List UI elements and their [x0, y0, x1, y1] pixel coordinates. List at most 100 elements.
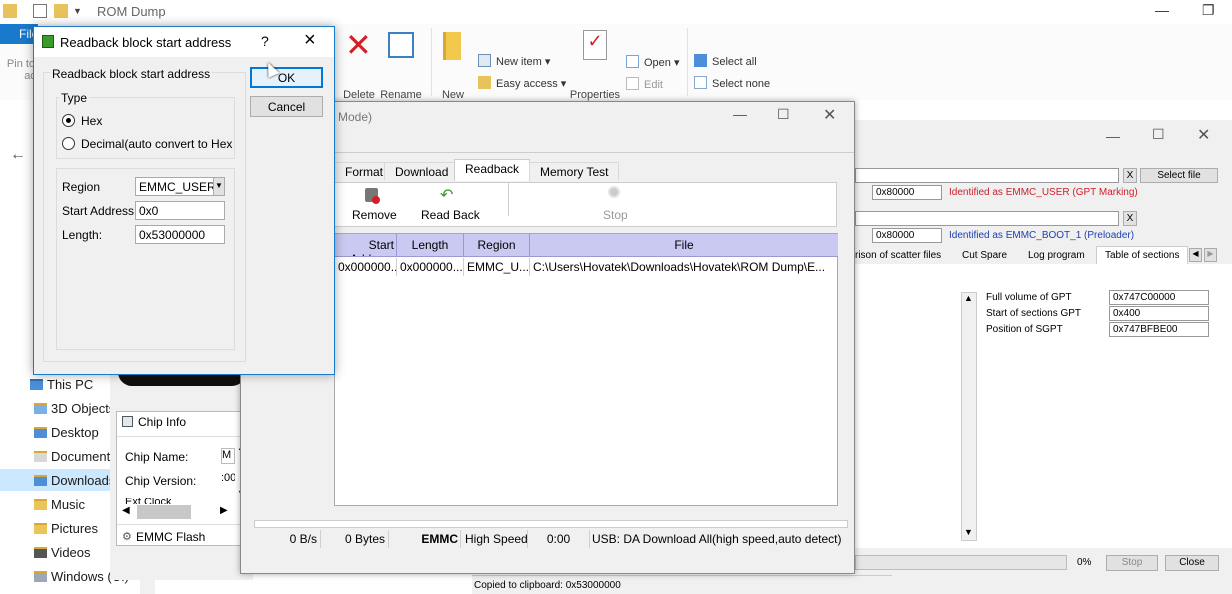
close-button[interactable]: Close [1165, 555, 1219, 571]
stop-button[interactable]: Stop [603, 208, 628, 222]
column-header-file[interactable]: File [530, 234, 838, 257]
column-header-start[interactable]: Start Address [335, 234, 397, 257]
sections-scrollbar[interactable]: ▲ ▼ [961, 292, 977, 541]
scroll-left-icon[interactable]: ◀ [122, 505, 130, 516]
new-item-label: New item [496, 56, 542, 68]
tab-memory-test[interactable]: Memory Test [529, 162, 620, 180]
open-button[interactable]: Open ▾ [626, 55, 680, 69]
read-back-button[interactable]: Read Back [421, 208, 480, 222]
chip-info-panel: Chip Info Chip Name: M Chip Version: :00… [116, 411, 249, 546]
properties-icon[interactable] [33, 4, 47, 18]
delete-button[interactable]: Delete [340, 89, 378, 101]
scroll-right-icon[interactable]: ▶ [220, 505, 228, 516]
clear-button[interactable]: X [1123, 211, 1137, 226]
scroll-down-icon[interactable]: ▼ [964, 527, 973, 537]
read-back-icon[interactable]: ↶ [440, 185, 453, 205]
minimize-icon[interactable]: — [1106, 128, 1120, 144]
close-icon[interactable]: ✕ [823, 105, 836, 125]
address-field-2[interactable]: 0x80000 [872, 228, 942, 243]
ok-button[interactable]: OK [250, 67, 323, 88]
new-folder-big-icon[interactable] [443, 32, 461, 60]
select-file-button[interactable]: Select file [1140, 168, 1218, 183]
status-clipboard: Copied to clipboard: 0x53000000 [472, 575, 892, 594]
decimal-radio-label[interactable]: Decimal(auto convert to Hex [81, 137, 232, 151]
column-header-region[interactable]: Region [464, 234, 530, 257]
chevron-down-icon[interactable]: ▼ [213, 178, 224, 195]
new-item-button[interactable]: New item ▾ [478, 54, 550, 68]
tab-cut-spare[interactable]: Cut Spare [962, 250, 1007, 261]
tab-readback[interactable]: Readback [454, 159, 531, 181]
scroll-up-icon[interactable]: ▲ [964, 293, 973, 303]
chip-info-header: Chip Info [138, 415, 187, 429]
edit-label: Edit [644, 79, 663, 91]
nav-item-downloads[interactable]: Downloads [34, 473, 115, 488]
new-folder-icon[interactable] [54, 4, 68, 18]
horizontal-scroll-thumb[interactable] [137, 505, 191, 519]
nav-item-videos[interactable]: Videos [34, 545, 91, 560]
tab-log-program[interactable]: Log program [1028, 250, 1085, 261]
maximize-icon[interactable]: ☐ [1152, 126, 1165, 143]
hex-radio-label[interactable]: Hex [81, 114, 102, 128]
back-arrow-icon[interactable]: ← [10, 146, 26, 164]
chip-name-value: M [221, 448, 235, 464]
clear-button[interactable]: X [1123, 168, 1137, 183]
nav-item-documents[interactable]: Documents [34, 449, 117, 464]
cancel-button[interactable]: Cancel [250, 96, 323, 117]
edit-button[interactable]: Edit [626, 77, 663, 91]
rename-icon[interactable] [388, 32, 414, 58]
chevron-down-icon[interactable]: ▼ [73, 6, 87, 20]
maximize-icon[interactable]: ☐ [777, 106, 790, 123]
properties-button[interactable]: Properties [568, 89, 622, 101]
hex-radio[interactable] [62, 114, 75, 127]
status-usb: USB: DA Download All(high speed,auto det… [592, 532, 842, 546]
nav-item-pictures[interactable]: Pictures [34, 521, 98, 536]
start-sections-gpt-field[interactable]: 0x400 [1109, 306, 1209, 321]
table-cell[interactable]: 0x000000... [335, 258, 397, 276]
nav-item-this-pc[interactable]: This PC [30, 377, 93, 392]
restore-icon[interactable]: ❐ [1202, 2, 1215, 19]
position-sgpt-field[interactable]: 0x747BFBE00 [1109, 322, 1209, 337]
tab-scatter-comparison[interactable]: rison of scatter files [855, 250, 941, 261]
help-icon[interactable]: ? [261, 33, 269, 49]
properties-big-icon[interactable]: ✓ [583, 30, 607, 60]
region-label: Region [62, 180, 101, 194]
table-cell[interactable]: EMMC_U... [464, 258, 530, 276]
preloader-file-input[interactable] [855, 211, 1119, 226]
close-icon[interactable]: ✕ [1197, 125, 1210, 145]
remove-button[interactable]: Remove [352, 208, 397, 222]
scatter-file-input[interactable] [855, 168, 1119, 183]
nav-item-label: This PC [47, 377, 94, 392]
rename-button[interactable]: Rename [380, 89, 422, 101]
nav-item-music[interactable]: Music [34, 497, 85, 512]
nav-item-desktop[interactable]: Desktop [34, 425, 99, 440]
remove-icon[interactable] [365, 188, 380, 204]
decimal-radio[interactable] [62, 137, 75, 150]
new-button[interactable]: New [438, 89, 468, 101]
minimize-icon[interactable]: — [733, 106, 747, 122]
gear-icon: ⚙ [122, 531, 132, 543]
select-none-button[interactable]: Select none [694, 76, 770, 90]
full-volume-gpt-field[interactable]: 0x747C00000 [1109, 290, 1209, 305]
tab-scroll-right-icon[interactable]: ▶ [1204, 248, 1217, 262]
select-all-button[interactable]: Select all [694, 54, 757, 68]
pin-button-label[interactable]: Pin to [6, 58, 36, 70]
start-address-input[interactable]: 0x0 [135, 201, 225, 220]
column-header-length[interactable]: Length [397, 234, 464, 257]
close-icon[interactable]: × [304, 29, 316, 52]
group-label: Readback block start address [50, 67, 213, 81]
nav-item-label: Desktop [51, 425, 99, 440]
table-cell[interactable]: 0x000000... [397, 258, 464, 276]
tab-scroll-left-icon[interactable]: ◀ [1189, 248, 1202, 262]
delete-icon[interactable]: ✕ [345, 29, 372, 61]
easy-access-button[interactable]: Easy access ▾ [478, 76, 566, 90]
nav-item-3d-objects[interactable]: 3D Objects [34, 401, 115, 416]
tab-download[interactable]: Download [384, 162, 460, 180]
region-select[interactable]: EMMC_USER ▼ [135, 177, 225, 196]
tab-table-of-sections[interactable]: Table of sections [1105, 250, 1180, 261]
minimize-icon[interactable]: — [1155, 2, 1169, 18]
stop-button[interactable]: Stop [1106, 555, 1158, 571]
length-input[interactable]: 0x53000000 [135, 225, 225, 244]
stop-icon[interactable] [608, 186, 620, 198]
table-cell[interactable]: C:\Users\Hovatek\Downloads\Hovatek\ROM D… [530, 258, 838, 276]
address-field-1[interactable]: 0x80000 [872, 185, 942, 200]
